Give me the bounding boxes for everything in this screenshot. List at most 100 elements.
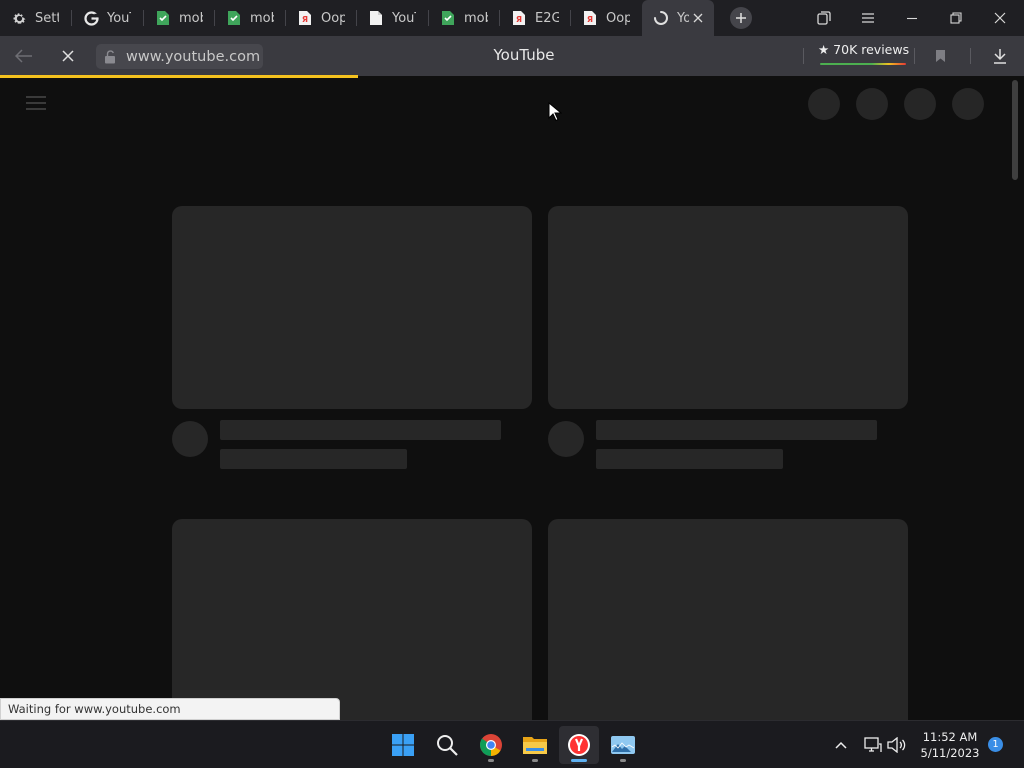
svg-text:Я: Я	[302, 15, 308, 24]
back-button[interactable]	[12, 44, 36, 68]
yandex-icon: Я	[297, 10, 313, 26]
downloads-button[interactable]	[990, 46, 1010, 66]
tab-oop-2[interactable]: Я Oop	[571, 0, 642, 36]
svg-text:Я: Я	[587, 15, 593, 24]
shield-icon	[155, 10, 171, 26]
windows-start-icon	[392, 734, 414, 756]
tab-strip: Setti YouT mob mob Я	[0, 0, 1024, 36]
skeleton-thumbnail	[548, 519, 908, 720]
network-icon[interactable]	[861, 733, 885, 757]
file-explorer-icon	[523, 737, 547, 754]
skeleton-thumbnail	[172, 206, 532, 409]
tab-youtube-google[interactable]: YouT	[72, 0, 144, 36]
divider	[803, 48, 804, 64]
skeleton-meta-line	[596, 449, 783, 469]
yandex-icon: Я	[511, 10, 527, 26]
tab-label: mob	[179, 10, 203, 26]
close-icon	[62, 50, 74, 62]
tab-label: E2G	[535, 10, 559, 26]
tab-mob-1[interactable]: mob	[144, 0, 215, 36]
tab-mob-3[interactable]: mob	[429, 0, 500, 36]
running-indicator	[532, 759, 538, 762]
taskbar-photos[interactable]	[603, 726, 643, 764]
download-icon	[994, 49, 1006, 64]
tab-youtube-doc[interactable]: YouT	[357, 0, 429, 36]
photos-icon	[611, 736, 635, 754]
system-clock[interactable]: 11:52 AM 5/11/2023	[910, 729, 990, 761]
tab-label: Oop	[606, 10, 630, 26]
address-bar: www.youtube.com YouTube ★ 70K reviews	[0, 36, 1024, 76]
tab-label: Yo	[677, 10, 689, 26]
skeleton-meta-line	[220, 449, 407, 469]
skeleton-avatar	[172, 421, 208, 457]
tab-mob-2[interactable]: mob	[215, 0, 286, 36]
google-icon	[83, 10, 99, 26]
new-tab-button[interactable]	[730, 7, 752, 29]
skeleton-title-line	[596, 420, 877, 440]
gear-icon	[11, 10, 27, 26]
menu-button[interactable]	[846, 0, 890, 36]
skeleton-circle	[904, 88, 936, 120]
page-title: YouTube	[493, 46, 555, 64]
stop-loading-button[interactable]	[56, 44, 80, 68]
skeleton-title-line	[220, 420, 501, 440]
tab-label: Setti	[35, 10, 59, 26]
minimize-icon	[907, 17, 917, 20]
taskbar-file-explorer[interactable]	[515, 726, 555, 764]
skeleton-circle	[952, 88, 984, 120]
tab-label: YouT	[107, 10, 131, 26]
start-button[interactable]	[383, 726, 423, 764]
loading-spinner-icon	[653, 10, 669, 26]
clock-date: 5/11/2023	[920, 746, 980, 760]
arrow-left-icon	[15, 49, 32, 63]
tabs-overview-button[interactable]	[802, 0, 846, 36]
url-text: www.youtube.com	[126, 48, 261, 65]
guide-menu-icon[interactable]	[26, 96, 46, 110]
taskbar-search-button[interactable]	[427, 726, 467, 764]
bookmark-icon	[935, 50, 945, 62]
url-field[interactable]: www.youtube.com	[96, 44, 263, 69]
notification-badge[interactable]: 1	[988, 737, 1003, 752]
tabs-icon	[817, 11, 831, 25]
tab-label: YouT	[392, 10, 416, 26]
close-icon	[994, 12, 1006, 24]
restore-button[interactable]	[934, 0, 978, 36]
minimize-button[interactable]	[890, 0, 934, 36]
chevron-up-icon	[835, 741, 847, 749]
close-window-button[interactable]	[978, 0, 1022, 36]
skeleton-circle	[808, 88, 840, 120]
hamburger-menu-icon	[862, 13, 874, 23]
plus-icon	[736, 13, 746, 23]
tab-oop-1[interactable]: Я Oop	[286, 0, 357, 36]
tab-settings[interactable]: Setti	[0, 0, 72, 36]
running-indicator	[571, 759, 587, 762]
page-viewport: Waiting for www.youtube.com	[0, 78, 1024, 720]
taskbar-chrome[interactable]	[471, 726, 511, 764]
clock-time: 11:52 AM	[922, 730, 978, 744]
chrome-icon	[479, 734, 502, 756]
volume-icon[interactable]	[885, 733, 909, 757]
show-hidden-icons-button[interactable]	[829, 733, 853, 757]
restore-icon	[950, 12, 962, 24]
divider	[970, 48, 971, 64]
reviews-badge[interactable]: ★ 70K reviews	[818, 42, 909, 68]
tab-youtube-active[interactable]: Yo	[642, 0, 714, 36]
skeleton-avatar	[548, 421, 584, 457]
status-text: Waiting for www.youtube.com	[8, 702, 181, 716]
page-scrollbar[interactable]	[1012, 80, 1018, 180]
svg-text:Я: Я	[516, 15, 522, 24]
mouse-cursor-icon	[548, 102, 562, 122]
status-bar: Waiting for www.youtube.com	[0, 698, 340, 720]
bookmark-button[interactable]	[930, 46, 950, 66]
divider	[914, 48, 915, 64]
tab-e2g[interactable]: Я E2G	[500, 0, 571, 36]
skeleton-thumbnail	[548, 206, 908, 409]
close-tab-icon[interactable]	[690, 10, 706, 26]
taskbar-yandex-browser[interactable]	[559, 726, 599, 764]
windows-taskbar: 11:52 AM 5/11/2023 1	[0, 720, 1024, 768]
unlock-icon[interactable]	[102, 49, 118, 65]
running-indicator	[488, 759, 494, 762]
rating-bar	[820, 63, 906, 65]
tab-label: mob	[250, 10, 274, 26]
document-icon	[368, 10, 384, 26]
